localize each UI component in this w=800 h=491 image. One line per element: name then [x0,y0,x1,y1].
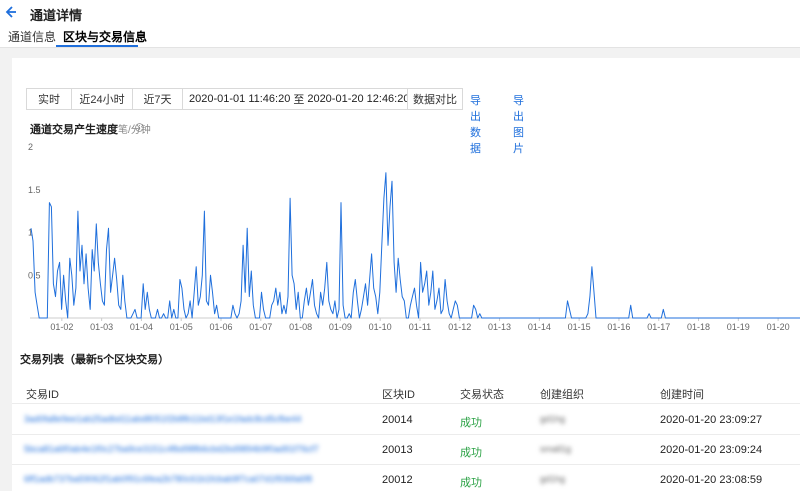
creator-org: small1g [540,444,572,454]
tab-channel-info[interactable]: 通道信息 [8,28,56,45]
y-tick-label: 2 [28,142,33,152]
y-tick-label: 1.5 [28,185,41,195]
created-time: 2020-01-20 23:09:27 [660,414,763,426]
status-badge: 成功 [460,447,482,459]
creator-org: gd1hg [540,414,566,424]
tx-speed-chart: 21.510.501-02 01-03 01-04 01-05 01-06 01-07 01… [28,142,800,332]
tx-id-link[interactable]: 5bca81a6f0ab4e1f0c27ba9ce3151c4fbd98fb6c… [24,444,319,454]
tab-bar: 通道信息 区块与交易信息 [0,24,800,48]
x-tick-label: 01-09 [329,322,352,332]
tx-list-title: 交易列表（最新5个区块交易） [20,354,170,366]
range-24h-button[interactable]: 近24小时 [71,88,133,110]
status-badge: 成功 [460,417,482,429]
col-creator-org: 创建组织 [540,389,584,401]
range-7d-button[interactable]: 近7天 [132,88,183,110]
date-end: 2020-01-20 12:46:20 [307,93,410,105]
tx-id-link[interactable]: 3ad0fa8e9ee1ab25adbd11abd8051f2b8fb11bd1… [24,414,301,424]
x-tick-label: 01-11 [409,322,431,332]
status-badge: 成功 [460,477,482,489]
date-separator: 至 [293,94,305,106]
x-tick-label: 01-03 [90,322,113,332]
tx-table-header: 交易ID 区块ID 交易状态 创建组织 创建时间 [12,380,800,404]
tab-block-tx-info[interactable]: 区块与交易信息 [63,28,147,45]
col-tx-status: 交易状态 [460,389,504,401]
range-7d-label: 近7天 [143,94,172,106]
col-block-id: 区块ID [382,389,415,401]
active-tab-indicator [56,45,138,47]
creator-org: gd1hg [540,474,566,484]
info-icon[interactable] [135,123,144,132]
x-tick-label: 01-12 [448,322,471,332]
block-id: 20014 [382,414,413,426]
date-range-picker[interactable]: 2020-01-01 11:46:20 至 2020-01-20 12:46:2… [182,88,428,110]
back-arrow-icon[interactable] [2,4,18,20]
date-start: 2020-01-01 11:46:20 [189,93,291,105]
x-tick-label: 01-05 [170,322,193,332]
x-tick-label: 01-14 [528,322,551,332]
x-tick-label: 01-10 [369,322,392,332]
x-tick-label: 01-04 [130,322,153,332]
x-tick-label: 01-08 [289,322,312,332]
table-row: 5bca81a6f0ab4e1f0c27ba9ce3151c4fbd98fb6c… [12,435,800,465]
page-title: 通道详情 [30,8,83,23]
x-tick-label: 01-02 [50,322,73,332]
x-tick-label: 01-15 [568,322,591,332]
col-created-time: 创建时间 [660,389,704,401]
top-bar: 通道详情 [0,0,800,24]
col-tx-id: 交易ID [26,389,59,401]
x-tick-label: 01-13 [488,322,511,332]
x-tick-label: 01-07 [249,322,272,332]
x-tick-label: 01-19 [727,322,750,332]
tx-id-link[interactable]: 6ff1adb737ba59062f1ab0f91c6fea2b780c61b1… [24,474,312,484]
x-tick-label: 01-20 [767,322,790,332]
x-tick-label: 01-17 [647,322,670,332]
data-compare-button[interactable]: 数据对比 [407,88,463,110]
x-tick-label: 01-06 [209,322,232,332]
range-realtime-label: 实时 [38,94,60,106]
x-tick-label: 01-16 [607,322,630,332]
x-tick-label: 01-18 [687,322,710,332]
range-realtime-button[interactable]: 实时 [26,88,72,110]
table-row: 6ff1adb737ba59062f1ab0f91c6fea2b780c61b1… [12,465,800,491]
data-compare-label: 数据对比 [413,94,457,106]
series-line [30,172,800,319]
block-id: 20012 [382,474,413,486]
created-time: 2020-01-20 23:08:59 [660,474,763,486]
block-id: 20013 [382,444,413,456]
table-row: 3ad0fa8e9ee1ab25adbd11abd8051f2b8fb11bd1… [12,405,800,435]
created-time: 2020-01-20 23:09:24 [660,444,763,456]
range-24h-label: 近24小时 [79,94,125,106]
